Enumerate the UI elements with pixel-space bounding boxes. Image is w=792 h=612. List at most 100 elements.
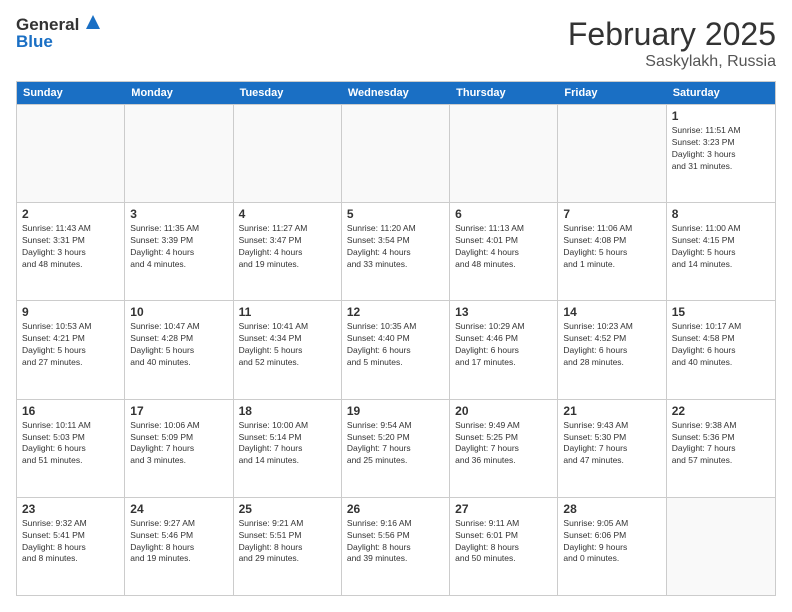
day-info: Sunrise: 11:43 AM Sunset: 3:31 PM Daylig… <box>22 223 119 271</box>
day-info: Sunrise: 9:21 AM Sunset: 5:51 PM Dayligh… <box>239 518 336 566</box>
day-cell-1: 1 Sunrise: 11:51 AM Sunset: 3:23 PM Dayli… <box>667 105 775 202</box>
day-info: Sunrise: 10:11 AM Sunset: 5:03 PM Daylig… <box>22 420 119 468</box>
day-cell-7: 7 Sunrise: 11:06 AM Sunset: 4:08 PM Dayli… <box>558 203 666 300</box>
calendar-row-2: 9 Sunrise: 10:53 AM Sunset: 4:21 PM Dayli… <box>17 300 775 398</box>
day-number: 12 <box>347 305 444 319</box>
day-cell-9: 9 Sunrise: 10:53 AM Sunset: 4:21 PM Dayli… <box>17 301 125 398</box>
day-number: 6 <box>455 207 552 221</box>
day-info: Sunrise: 9:11 AM Sunset: 6:01 PM Dayligh… <box>455 518 552 566</box>
day-info: Sunrise: 10:00 AM Sunset: 5:14 PM Daylig… <box>239 420 336 468</box>
day-cell-12: 12Sunrise: 10:35 AM Sunset: 4:40 PM Dayl… <box>342 301 450 398</box>
calendar-header: SundayMondayTuesdayWednesdayThursdayFrid… <box>17 82 775 104</box>
day-cell-6: 6 Sunrise: 11:13 AM Sunset: 4:01 PM Dayli… <box>450 203 558 300</box>
day-cell-2: 2 Sunrise: 11:43 AM Sunset: 3:31 PM Dayli… <box>17 203 125 300</box>
day-number: 23 <box>22 502 119 516</box>
weekday-header-saturday: Saturday <box>667 82 775 104</box>
day-info: Sunrise: 9:49 AM Sunset: 5:25 PM Dayligh… <box>455 420 552 468</box>
day-number: 14 <box>563 305 660 319</box>
day-cell-24: 24 Sunrise: 9:27 AM Sunset: 5:46 PM Dayli… <box>125 498 233 595</box>
day-cell-10: 10Sunrise: 10:47 AM Sunset: 4:28 PM Dayl… <box>125 301 233 398</box>
day-cell-15: 15 Sunrise: 10:17 AM Sunset: 4:58 PM Dayl… <box>667 301 775 398</box>
day-number: 27 <box>455 502 552 516</box>
calendar-row-4: 23 Sunrise: 9:32 AM Sunset: 5:41 PM Dayli… <box>17 497 775 595</box>
day-info: Sunrise: 10:53 AM Sunset: 4:21 PM Daylig… <box>22 321 119 369</box>
day-info: Sunrise: 10:17 AM Sunset: 4:58 PM Daylig… <box>672 321 770 369</box>
calendar: SundayMondayTuesdayWednesdayThursdayFrid… <box>16 81 776 596</box>
day-info: Sunrise: 9:27 AM Sunset: 5:46 PM Dayligh… <box>130 518 227 566</box>
page: General Blue February 2025 Saskylakh, Ru… <box>0 0 792 612</box>
day-number: 18 <box>239 404 336 418</box>
day-number: 9 <box>22 305 119 319</box>
weekday-header-tuesday: Tuesday <box>234 82 342 104</box>
day-cell-22: 22 Sunrise: 9:38 AM Sunset: 5:36 PM Dayli… <box>667 400 775 497</box>
day-cell-21: 21 Sunrise: 9:43 AM Sunset: 5:30 PM Dayli… <box>558 400 666 497</box>
day-cell-16: 16 Sunrise: 10:11 AM Sunset: 5:03 PM Dayl… <box>17 400 125 497</box>
weekday-header-wednesday: Wednesday <box>342 82 450 104</box>
day-cell-3: 3 Sunrise: 11:35 AM Sunset: 3:39 PM Dayli… <box>125 203 233 300</box>
day-cell-23: 23 Sunrise: 9:32 AM Sunset: 5:41 PM Dayli… <box>17 498 125 595</box>
day-cell-18: 18 Sunrise: 10:00 AM Sunset: 5:14 PM Dayl… <box>234 400 342 497</box>
day-info: Sunrise: 11:06 AM Sunset: 4:08 PM Daylig… <box>563 223 660 271</box>
weekday-header-sunday: Sunday <box>17 82 125 104</box>
day-number: 21 <box>563 404 660 418</box>
day-info: Sunrise: 10:41 AM Sunset: 4:34 PM Daylig… <box>239 321 336 369</box>
day-info: Sunrise: 10:29 AM Sunset: 4:46 PM Daylig… <box>455 321 552 369</box>
empty-cell <box>234 105 342 202</box>
weekday-header-thursday: Thursday <box>450 82 558 104</box>
day-number: 5 <box>347 207 444 221</box>
day-number: 24 <box>130 502 227 516</box>
day-cell-17: 17 Sunrise: 10:06 AM Sunset: 5:09 PM Dayl… <box>125 400 233 497</box>
day-info: Sunrise: 9:54 AM Sunset: 5:20 PM Dayligh… <box>347 420 444 468</box>
empty-cell <box>342 105 450 202</box>
day-cell-5: 5 Sunrise: 11:20 AM Sunset: 3:54 PM Dayli… <box>342 203 450 300</box>
location-subtitle: Saskylakh, Russia <box>568 53 776 71</box>
day-number: 4 <box>239 207 336 221</box>
day-number: 22 <box>672 404 770 418</box>
day-info: Sunrise: 10:23 AM Sunset: 4:52 PM Daylig… <box>563 321 660 369</box>
day-cell-28: 28 Sunrise: 9:05 AM Sunset: 6:06 PM Dayli… <box>558 498 666 595</box>
day-number: 3 <box>130 207 227 221</box>
day-cell-27: 27 Sunrise: 9:11 AM Sunset: 6:01 PM Dayli… <box>450 498 558 595</box>
logo-icon <box>82 11 104 33</box>
day-info: Sunrise: 11:00 AM Sunset: 4:15 PM Daylig… <box>672 223 770 271</box>
day-info: Sunrise: 9:16 AM Sunset: 5:56 PM Dayligh… <box>347 518 444 566</box>
day-number: 20 <box>455 404 552 418</box>
day-info: Sunrise: 11:20 AM Sunset: 3:54 PM Daylig… <box>347 223 444 271</box>
day-info: Sunrise: 9:43 AM Sunset: 5:30 PM Dayligh… <box>563 420 660 468</box>
logo: General Blue <box>16 16 104 51</box>
day-number: 13 <box>455 305 552 319</box>
logo-blue: Blue <box>16 33 104 52</box>
day-number: 15 <box>672 305 770 319</box>
day-cell-26: 26Sunrise: 9:16 AM Sunset: 5:56 PM Dayli… <box>342 498 450 595</box>
day-info: Sunrise: 11:51 AM Sunset: 3:23 PM Daylig… <box>672 125 770 173</box>
weekday-header-monday: Monday <box>125 82 233 104</box>
day-info: Sunrise: 9:38 AM Sunset: 5:36 PM Dayligh… <box>672 420 770 468</box>
day-cell-11: 11 Sunrise: 10:41 AM Sunset: 4:34 PM Dayl… <box>234 301 342 398</box>
day-info: Sunrise: 11:27 AM Sunset: 3:47 PM Daylig… <box>239 223 336 271</box>
day-cell-4: 4 Sunrise: 11:27 AM Sunset: 3:47 PM Dayli… <box>234 203 342 300</box>
day-info: Sunrise: 9:05 AM Sunset: 6:06 PM Dayligh… <box>563 518 660 566</box>
day-number: 7 <box>563 207 660 221</box>
day-info: Sunrise: 10:06 AM Sunset: 5:09 PM Daylig… <box>130 420 227 468</box>
day-number: 16 <box>22 404 119 418</box>
title-section: February 2025 Saskylakh, Russia <box>568 16 776 71</box>
day-info: Sunrise: 11:35 AM Sunset: 3:39 PM Daylig… <box>130 223 227 271</box>
day-cell-14: 14 Sunrise: 10:23 AM Sunset: 4:52 PM Dayl… <box>558 301 666 398</box>
day-cell-8: 8Sunrise: 11:00 AM Sunset: 4:15 PM Dayli… <box>667 203 775 300</box>
empty-cell <box>17 105 125 202</box>
day-cell-20: 20 Sunrise: 9:49 AM Sunset: 5:25 PM Dayli… <box>450 400 558 497</box>
day-number: 1 <box>672 109 770 123</box>
day-info: Sunrise: 11:13 AM Sunset: 4:01 PM Daylig… <box>455 223 552 271</box>
header: General Blue February 2025 Saskylakh, Ru… <box>16 16 776 71</box>
day-number: 11 <box>239 305 336 319</box>
weekday-header-friday: Friday <box>558 82 666 104</box>
day-cell-13: 13 Sunrise: 10:29 AM Sunset: 4:46 PM Dayl… <box>450 301 558 398</box>
day-number: 17 <box>130 404 227 418</box>
day-number: 2 <box>22 207 119 221</box>
calendar-row-0: 1 Sunrise: 11:51 AM Sunset: 3:23 PM Dayli… <box>17 104 775 202</box>
calendar-body: 1 Sunrise: 11:51 AM Sunset: 3:23 PM Dayli… <box>17 104 775 595</box>
calendar-row-1: 2 Sunrise: 11:43 AM Sunset: 3:31 PM Dayli… <box>17 202 775 300</box>
month-title: February 2025 <box>568 16 776 53</box>
day-info: Sunrise: 9:32 AM Sunset: 5:41 PM Dayligh… <box>22 518 119 566</box>
day-number: 28 <box>563 502 660 516</box>
